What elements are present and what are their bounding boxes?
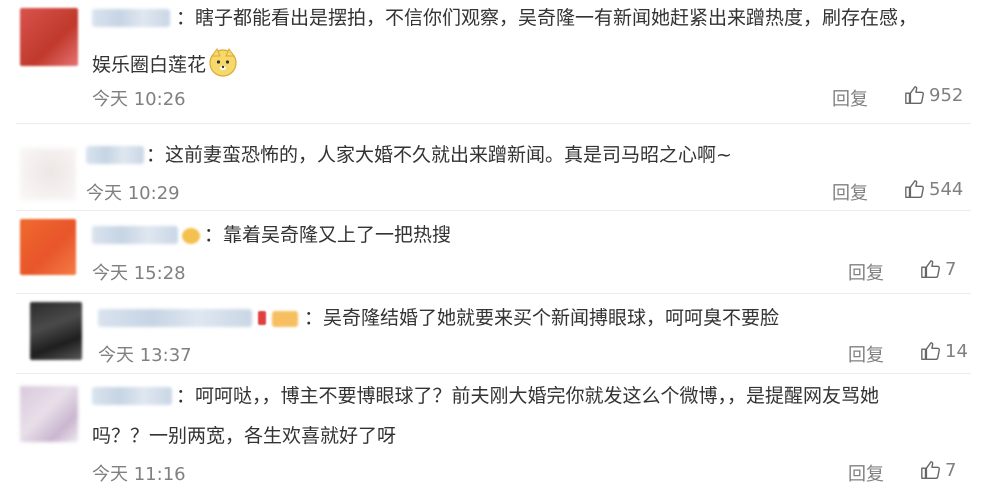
comment-text: ：这前妻蛮恐怖的，人家大婚不久就出来蹭新闻。真是司马昭之心啊~ bbox=[146, 144, 732, 166]
comment-time: 今天 11:16 bbox=[92, 464, 186, 485]
like-button[interactable]: 544 bbox=[904, 178, 963, 200]
comment-time: 今天 15:28 bbox=[92, 263, 186, 284]
like-count: 544 bbox=[929, 178, 964, 200]
avatar[interactable] bbox=[20, 148, 76, 200]
comment-text-continued: 娱乐圈白莲花 bbox=[92, 54, 207, 76]
comment-time: 今天 10:26 bbox=[92, 89, 186, 110]
like-count: 14 bbox=[945, 340, 968, 362]
like-count: 7 bbox=[945, 459, 957, 481]
comment-list: ：瞎子都能看出是摆拍，不信你们观察，吴奇隆一有新闻她赶紧出来蹭热度，刷存在感， … bbox=[0, 0, 981, 500]
comment-text: ：靠着吴奇隆又上了一把热搜 bbox=[204, 224, 452, 246]
avatar[interactable] bbox=[20, 219, 76, 275]
thumbs-up-icon bbox=[905, 180, 924, 198]
thumbs-up-icon bbox=[921, 342, 940, 360]
reply-button[interactable]: 回复 bbox=[832, 179, 868, 205]
avatar[interactable] bbox=[20, 386, 78, 442]
username-blurred[interactable] bbox=[92, 9, 170, 27]
thumbs-up-icon bbox=[921, 461, 940, 479]
username-blurred[interactable] bbox=[92, 387, 172, 405]
comment-text-line2: 吗？？一别两宽，各生欢喜就好了呀 bbox=[92, 425, 397, 447]
like-button[interactable]: 7 bbox=[920, 459, 956, 481]
comment-text-line2: 娱乐圈白莲花 bbox=[92, 47, 238, 85]
comment-text: ：呵呵哒，，博主不要博眼球了？前夫刚大婚完你就发这么个微博，，是提醒网友骂她 bbox=[176, 385, 880, 407]
like-button[interactable]: 14 bbox=[920, 340, 968, 362]
comment-text: ：吴奇隆结婚了她就要来买个新闻搏眼球，呵呵臭不要脸 bbox=[304, 307, 780, 329]
comment-item: ：吴奇隆结婚了她就要来买个新闻搏眼球，呵呵臭不要脸 今天 13:37 回复 14 bbox=[0, 294, 981, 374]
comment-item: ：靠着吴奇隆又上了一把热搜 今天 15:28 回复 7 bbox=[0, 211, 981, 294]
user-badge-icon bbox=[258, 311, 266, 325]
avatar[interactable] bbox=[30, 302, 82, 360]
comment-text: ：瞎子都能看出是摆拍，不信你们观察，吴奇隆一有新闻她赶紧出来蹭热度，刷存在感， bbox=[176, 7, 918, 29]
thumbs-up-icon bbox=[905, 86, 924, 104]
like-count: 7 bbox=[945, 258, 957, 280]
reply-button[interactable]: 回复 bbox=[848, 341, 884, 367]
avatar[interactable] bbox=[20, 8, 78, 66]
reply-button[interactable]: 回复 bbox=[832, 85, 868, 111]
username-blurred[interactable] bbox=[92, 226, 178, 244]
user-badge-icon bbox=[272, 311, 298, 327]
comment-item: ：瞎子都能看出是摆拍，不信你们观察，吴奇隆一有新闻她赶紧出来蹭热度，刷存在感， … bbox=[0, 0, 981, 122]
comment-time: 今天 10:29 bbox=[86, 183, 180, 204]
username-blurred[interactable] bbox=[98, 309, 252, 327]
like-button[interactable]: 952 bbox=[904, 84, 963, 106]
reply-button[interactable]: 回复 bbox=[848, 460, 884, 486]
comment-time: 今天 13:37 bbox=[98, 345, 192, 366]
comment-item: ：呵呵哒，，博主不要博眼球了？前夫刚大婚完你就发这么个微博，，是提醒网友骂她 吗… bbox=[0, 374, 981, 500]
like-button[interactable]: 7 bbox=[920, 258, 956, 280]
reply-button[interactable]: 回复 bbox=[848, 259, 884, 285]
user-badge-icon bbox=[182, 228, 200, 244]
comment-item: ：这前妻蛮恐怖的，人家大婚不久就出来蹭新闻。真是司马昭之心啊~ 今天 10:29… bbox=[0, 124, 981, 208]
like-count: 952 bbox=[929, 84, 964, 106]
doge-emoji bbox=[208, 47, 238, 85]
username-blurred[interactable] bbox=[86, 146, 144, 164]
thumbs-up-icon bbox=[921, 260, 940, 278]
